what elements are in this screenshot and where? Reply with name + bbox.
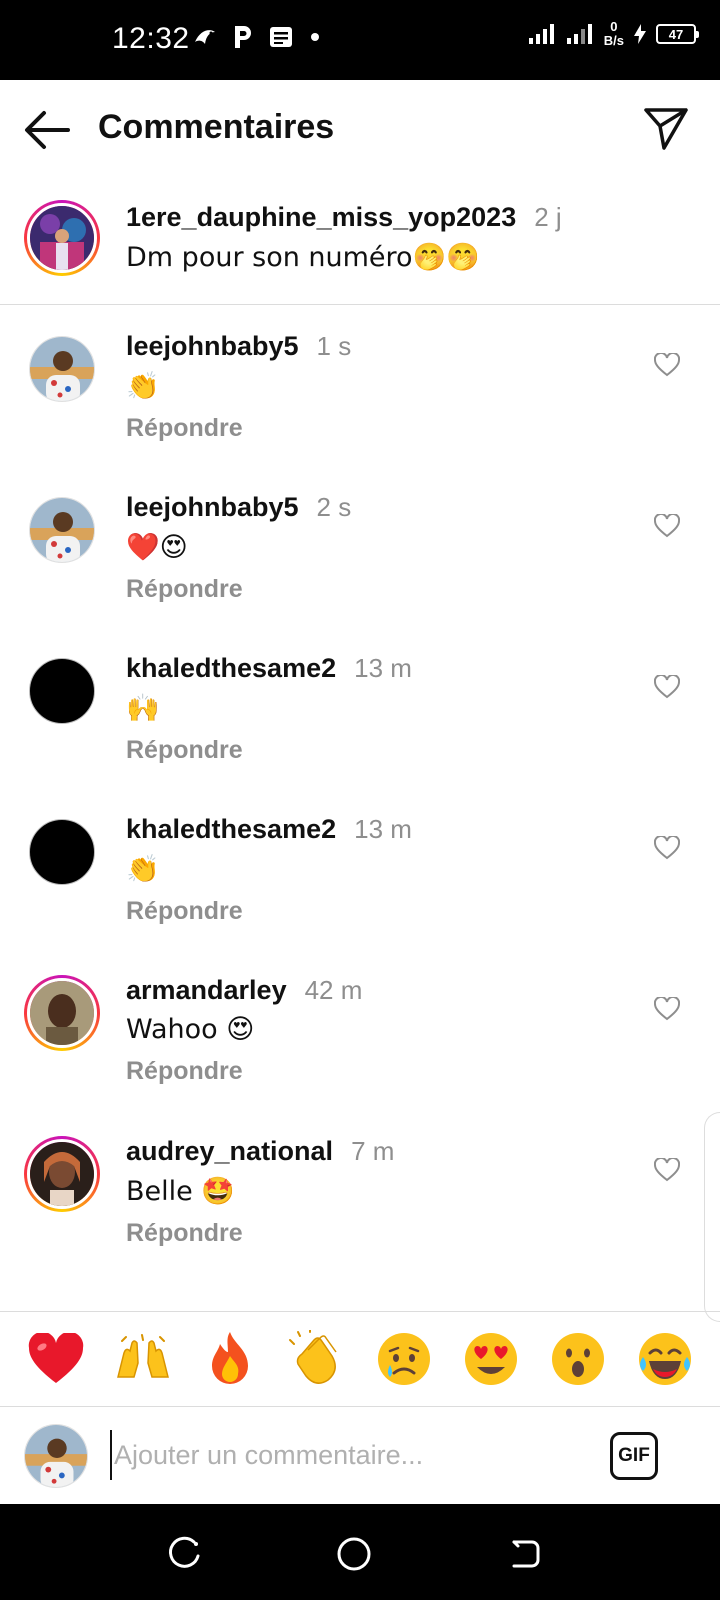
reply-button[interactable]: Répondre <box>126 897 412 926</box>
emoji-sad-button[interactable] <box>373 1328 435 1390</box>
raised-hands-icon <box>116 1334 169 1378</box>
recent-apps-icon[interactable] <box>164 1534 204 1574</box>
crying-face-icon <box>377 1333 430 1385</box>
gif-button[interactable]: GIF <box>610 1432 658 1480</box>
comment-time: 13 m <box>354 653 412 683</box>
comment-text: 👏 <box>126 854 160 885</box>
avatar-photo <box>30 981 94 1045</box>
comment-username[interactable]: khaledthesame2 <box>126 653 336 683</box>
comment-time: 2 s <box>316 492 352 522</box>
comment-username[interactable]: audrey_national <box>126 1136 333 1166</box>
comment-avatar[interactable] <box>29 819 95 885</box>
comment-text: 👏 <box>126 371 160 402</box>
comment-avatar[interactable] <box>29 497 95 563</box>
emoji-surprised-button[interactable] <box>547 1328 609 1390</box>
emoji-laughing-button[interactable] <box>634 1328 696 1390</box>
comment-username[interactable]: leejohnbaby5 <box>126 492 299 522</box>
comment-item: leejohnbaby5 2 s ❤️😍 Répondre <box>0 466 720 630</box>
comment-time: 7 m <box>351 1136 395 1166</box>
emoji-clap-button[interactable] <box>286 1328 348 1390</box>
status-notification-icons <box>192 24 322 50</box>
status-time: 12:32 <box>112 22 190 55</box>
avatar-photo <box>30 1142 94 1206</box>
battery-icon: 47 <box>656 24 699 44</box>
caption-avatar[interactable] <box>24 200 100 276</box>
comment-time: 13 m <box>354 814 412 844</box>
message-icon <box>270 27 292 47</box>
comment-avatar[interactable] <box>24 975 100 1051</box>
comment-text: 🙌 <box>126 693 160 724</box>
emoji-quick-bar <box>0 1311 720 1407</box>
avatar-photo <box>30 337 94 401</box>
comment-time: 42 m <box>304 975 363 1005</box>
emoji-heart-eyes-button[interactable] <box>460 1328 522 1390</box>
heart-icon[interactable] <box>654 1158 680 1182</box>
heart-icon[interactable] <box>654 675 680 699</box>
red-heart-icon <box>28 1333 83 1383</box>
status-bar: 12:32 0 B/s 47 <box>0 0 720 80</box>
caption-username[interactable]: 1ere_dauphine_miss_yop2023 <box>126 202 516 232</box>
header: Commentaires <box>0 80 720 180</box>
heart-eyes-icon <box>464 1333 517 1385</box>
charging-icon <box>634 24 646 44</box>
heart-icon[interactable] <box>654 514 680 538</box>
home-icon[interactable] <box>334 1534 374 1574</box>
dot-icon <box>311 33 319 41</box>
reply-button[interactable]: Répondre <box>126 736 412 765</box>
battery-level: 47 <box>668 26 684 42</box>
parking-icon <box>235 26 251 48</box>
emoji-fire-button[interactable] <box>199 1328 261 1390</box>
current-user-avatar <box>24 1424 88 1488</box>
post-caption: 1ere_dauphine_miss_yop2023 2 j Dm pour so… <box>0 190 720 305</box>
comment-avatar[interactable] <box>29 336 95 402</box>
scroll-handle[interactable] <box>704 1112 720 1322</box>
comment-item: khaledthesame2 13 m 🙌 Répondre <box>0 627 720 791</box>
heart-icon[interactable] <box>654 836 680 860</box>
comment-input-bar: GIF <box>0 1408 720 1504</box>
comment-text: ❤️😍 <box>126 532 188 563</box>
comment-username[interactable]: khaledthesame2 <box>126 814 336 844</box>
comment-avatar[interactable] <box>29 658 95 724</box>
comment-item: khaledthesame2 13 m 👏 Répondre <box>0 788 720 952</box>
network-speed: 0 B/s <box>604 20 624 48</box>
reply-button[interactable]: Répondre <box>126 1057 362 1086</box>
back-nav-icon[interactable] <box>504 1534 544 1574</box>
comment-avatar[interactable] <box>24 1136 100 1212</box>
signal-weak-icon <box>566 24 592 44</box>
comment-item: leejohnbaby5 1 s 👏 Répondre <box>0 305 720 469</box>
heart-icon[interactable] <box>654 997 680 1021</box>
back-arrow-icon[interactable] <box>22 108 72 152</box>
comment-input[interactable] <box>110 1430 590 1480</box>
system-nav-bar <box>0 1504 720 1600</box>
reply-button[interactable]: Répondre <box>126 575 351 604</box>
tears-of-joy-icon <box>638 1333 691 1385</box>
page-title: Commentaires <box>98 108 335 146</box>
avatar-photo <box>30 498 94 562</box>
network-speed-value: 0 <box>610 19 618 34</box>
reply-button[interactable]: Répondre <box>126 414 351 443</box>
status-system-icons: 0 B/s 47 <box>528 20 699 48</box>
comment-item: audrey_national 7 m Belle 🤩 Répondre <box>0 1110 720 1274</box>
comment-username[interactable]: armandarley <box>126 975 287 1005</box>
send-icon[interactable] <box>642 104 690 152</box>
reply-button[interactable]: Répondre <box>126 1219 394 1248</box>
comment-item: armandarley 42 m Wahoo 😍 Répondre <box>0 949 720 1113</box>
clapping-hands-icon <box>288 1330 337 1384</box>
comment-text: Belle 🤩 <box>126 1176 235 1207</box>
fire-icon <box>211 1332 248 1384</box>
comment-time: 1 s <box>316 331 352 361</box>
heart-icon[interactable] <box>654 353 680 377</box>
avatar-photo <box>30 206 94 270</box>
caption-text: Dm pour son numéro🤭🤭 <box>126 242 480 273</box>
avatar-photo <box>25 1425 87 1487</box>
network-speed-unit: B/s <box>603 33 624 48</box>
bird-app-icon <box>195 30 215 44</box>
emoji-raised-hands-button[interactable] <box>112 1328 174 1390</box>
comment-text: Wahoo 😍 <box>126 1014 255 1045</box>
emoji-heart-button[interactable] <box>25 1328 87 1390</box>
signal-icon <box>528 24 554 44</box>
surprised-face-icon <box>551 1333 604 1385</box>
comment-username[interactable]: leejohnbaby5 <box>126 331 299 361</box>
caption-time: 2 j <box>534 202 562 232</box>
